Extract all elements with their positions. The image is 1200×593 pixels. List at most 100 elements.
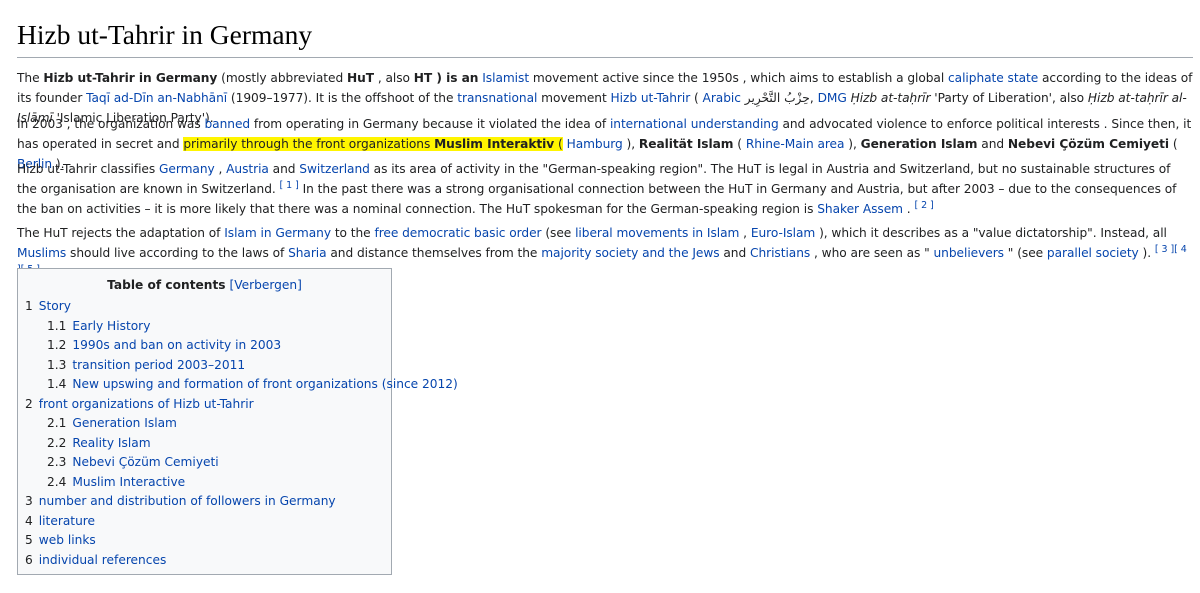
toc-link[interactable]: 2.2 Reality Islam xyxy=(47,436,151,450)
toc-label: web links xyxy=(38,533,96,547)
toc-item[interactable]: 2.1 Generation Islam xyxy=(25,414,458,434)
toc-item[interactable]: 1.4 New upswing and formation of front or… xyxy=(25,375,458,395)
link-international-understanding[interactable]: international understanding xyxy=(610,117,779,131)
text: (mostly abbreviated xyxy=(217,71,347,85)
link-transnational[interactable]: transnational xyxy=(457,91,537,105)
link-islamist[interactable]: Islamist xyxy=(482,71,529,85)
link-switzerland[interactable]: Switzerland xyxy=(299,162,370,176)
link-islam-in-germany[interactable]: Islam in Germany xyxy=(224,226,331,240)
highlighted-bold-term: Muslim Interaktiv xyxy=(434,137,555,151)
link-austria[interactable]: Austria xyxy=(226,162,269,176)
link-dmg[interactable]: DMG xyxy=(818,91,847,105)
toc-title: Table of contents xyxy=(107,278,226,292)
link-majority-society-and-the-jews[interactable]: majority society and the Jews xyxy=(541,246,719,260)
link-caliphate-state[interactable]: caliphate state xyxy=(948,71,1038,85)
paragraph-region: Hizb ut-Tahrir classifies Germany , Aust… xyxy=(17,159,1193,219)
toc-link[interactable]: 1.2 1990s and ban on activity in 2003 xyxy=(47,338,281,352)
toc-link[interactable]: 1.3 transition period 2003–2011 xyxy=(47,358,245,372)
toc-link[interactable]: 1.1 Early History xyxy=(47,319,150,333)
toc-number: 2.3 xyxy=(47,455,67,469)
link-parallel-society[interactable]: parallel society xyxy=(1047,246,1139,260)
toc-item[interactable]: 5 web links xyxy=(25,531,458,551)
toc-link[interactable]: 5 web links xyxy=(25,533,96,547)
toc-item[interactable]: 1.2 1990s and ban on activity in 2003 xyxy=(25,336,458,356)
link-free-democratic-basic-order[interactable]: free democratic basic order xyxy=(374,226,541,240)
link-banned[interactable]: banned xyxy=(204,117,250,131)
toc-link[interactable]: 4 literature xyxy=(25,514,95,528)
toc-link[interactable]: 2.4 Muslim Interactive xyxy=(47,475,185,489)
toc-number: 1.1 xyxy=(47,318,67,333)
arabic-text: حِزْبُ التَّحْرِير, xyxy=(740,91,818,105)
toc-label: 1990s and ban on activity in 2003 xyxy=(72,338,282,352)
toc-label: individual references xyxy=(38,552,167,567)
toc-link[interactable]: 2 front organizations of Hizb ut-Tahrir xyxy=(25,397,254,411)
reference-1[interactable]: [ 1 ] xyxy=(280,180,299,191)
text: from operating in Germany because it vio… xyxy=(250,117,610,131)
toc-link[interactable]: 2.3 Nebevi Çözüm Cemiyeti xyxy=(47,455,219,469)
text: , also xyxy=(374,71,414,85)
link-unbelievers[interactable]: unbelievers xyxy=(934,246,1005,260)
bold-term: Nebevi Çözüm Cemiyeti xyxy=(1007,137,1170,151)
text: . xyxy=(902,202,915,216)
toc-item[interactable]: 2.3 Nebevi Çözüm Cemiyeti xyxy=(25,453,458,473)
toc-item[interactable]: 2.2 Reality Islam xyxy=(25,434,458,454)
toc-toggle-button[interactable]: [Verbergen] xyxy=(229,278,301,292)
reference-3[interactable]: [ 3 ] xyxy=(1155,244,1174,255)
text: " (see xyxy=(1003,246,1047,260)
bold-term: HT ) is an xyxy=(413,71,479,85)
link-christians[interactable]: Christians xyxy=(750,246,810,260)
text: ( xyxy=(733,137,746,151)
bold-term: HuT xyxy=(346,71,375,85)
text: Hizb ut-Tahrir classifies xyxy=(17,162,159,176)
text: and xyxy=(268,162,300,176)
link-muslims[interactable]: Muslims xyxy=(17,246,66,260)
text: , who are seen as " xyxy=(810,246,934,260)
toc-header: Table of contents [Verbergen] xyxy=(18,277,391,293)
link-germany[interactable]: Germany xyxy=(159,162,215,176)
toc-item[interactable]: 3 number and distribution of followers in… xyxy=(25,492,458,512)
toc-link[interactable]: 1 Story xyxy=(25,299,71,313)
text: and xyxy=(719,246,750,260)
toc-item[interactable]: 1 Story xyxy=(25,297,458,317)
link-shaker-assem[interactable]: Shaker Assem xyxy=(817,202,903,216)
link-arabic[interactable]: Arabic xyxy=(703,91,741,105)
highlighted-text: ( xyxy=(554,137,563,151)
toc-item[interactable]: 1.3 transition period 2003–2011 xyxy=(25,356,458,376)
toc-item[interactable]: 4 literature xyxy=(25,512,458,532)
title-divider xyxy=(17,57,1193,58)
toc-link[interactable]: 3 number and distribution of followers in… xyxy=(25,494,336,508)
toc-number: 1.4 xyxy=(47,377,67,391)
text: The HuT rejects the adaptation of xyxy=(17,226,225,240)
link-hizb-ut-tahrir[interactable]: Hizb ut-Tahrir xyxy=(611,91,691,105)
toc-label: number and distribution of followers in … xyxy=(38,494,336,508)
text: and distance themselves from the xyxy=(326,246,542,260)
link-nabhani[interactable]: Taqī ad-Dīn an-Nabhānī xyxy=(86,91,227,105)
link-hamburg[interactable]: Hamburg xyxy=(567,137,623,151)
toc-number: 2 xyxy=(25,396,33,411)
link-euro-islam[interactable]: Euro-Islam xyxy=(751,226,815,240)
toc-number: 6 xyxy=(25,552,33,567)
text: ( xyxy=(690,91,703,105)
link-liberal-movements-in-islam[interactable]: liberal movements in Islam xyxy=(575,226,739,240)
text: The xyxy=(17,71,44,85)
text: and xyxy=(977,137,1008,151)
text: movement active since the 1950s , which … xyxy=(529,71,949,85)
toc-item[interactable]: 1.1 Early History xyxy=(25,317,458,337)
toc-label: literature xyxy=(38,513,96,528)
toc-link[interactable]: 6 individual references xyxy=(25,553,166,567)
toc-number: 4 xyxy=(25,513,33,528)
toc-number: 2.4 xyxy=(47,474,67,489)
toc-item[interactable]: 2.4 Muslim Interactive xyxy=(25,473,458,493)
reference-2[interactable]: [ 2 ] xyxy=(914,200,933,211)
link-rhine-main-area[interactable]: Rhine-Main area xyxy=(746,137,845,151)
toc-link[interactable]: 2.1 Generation Islam xyxy=(47,416,177,430)
text: (see xyxy=(541,226,576,240)
toc-link[interactable]: 1.4 New upswing and formation of front or… xyxy=(47,377,458,391)
link-sharia[interactable]: Sharia xyxy=(288,246,327,260)
toc-item[interactable]: 6 individual references xyxy=(25,551,458,571)
toc-item[interactable]: 2 front organizations of Hizb ut-Tahrir xyxy=(25,395,458,415)
toc-number: 1.3 xyxy=(47,357,67,372)
text: ). xyxy=(1138,246,1155,260)
text: should live according to the laws of xyxy=(66,246,289,260)
toc-number: 2.2 xyxy=(47,435,67,450)
